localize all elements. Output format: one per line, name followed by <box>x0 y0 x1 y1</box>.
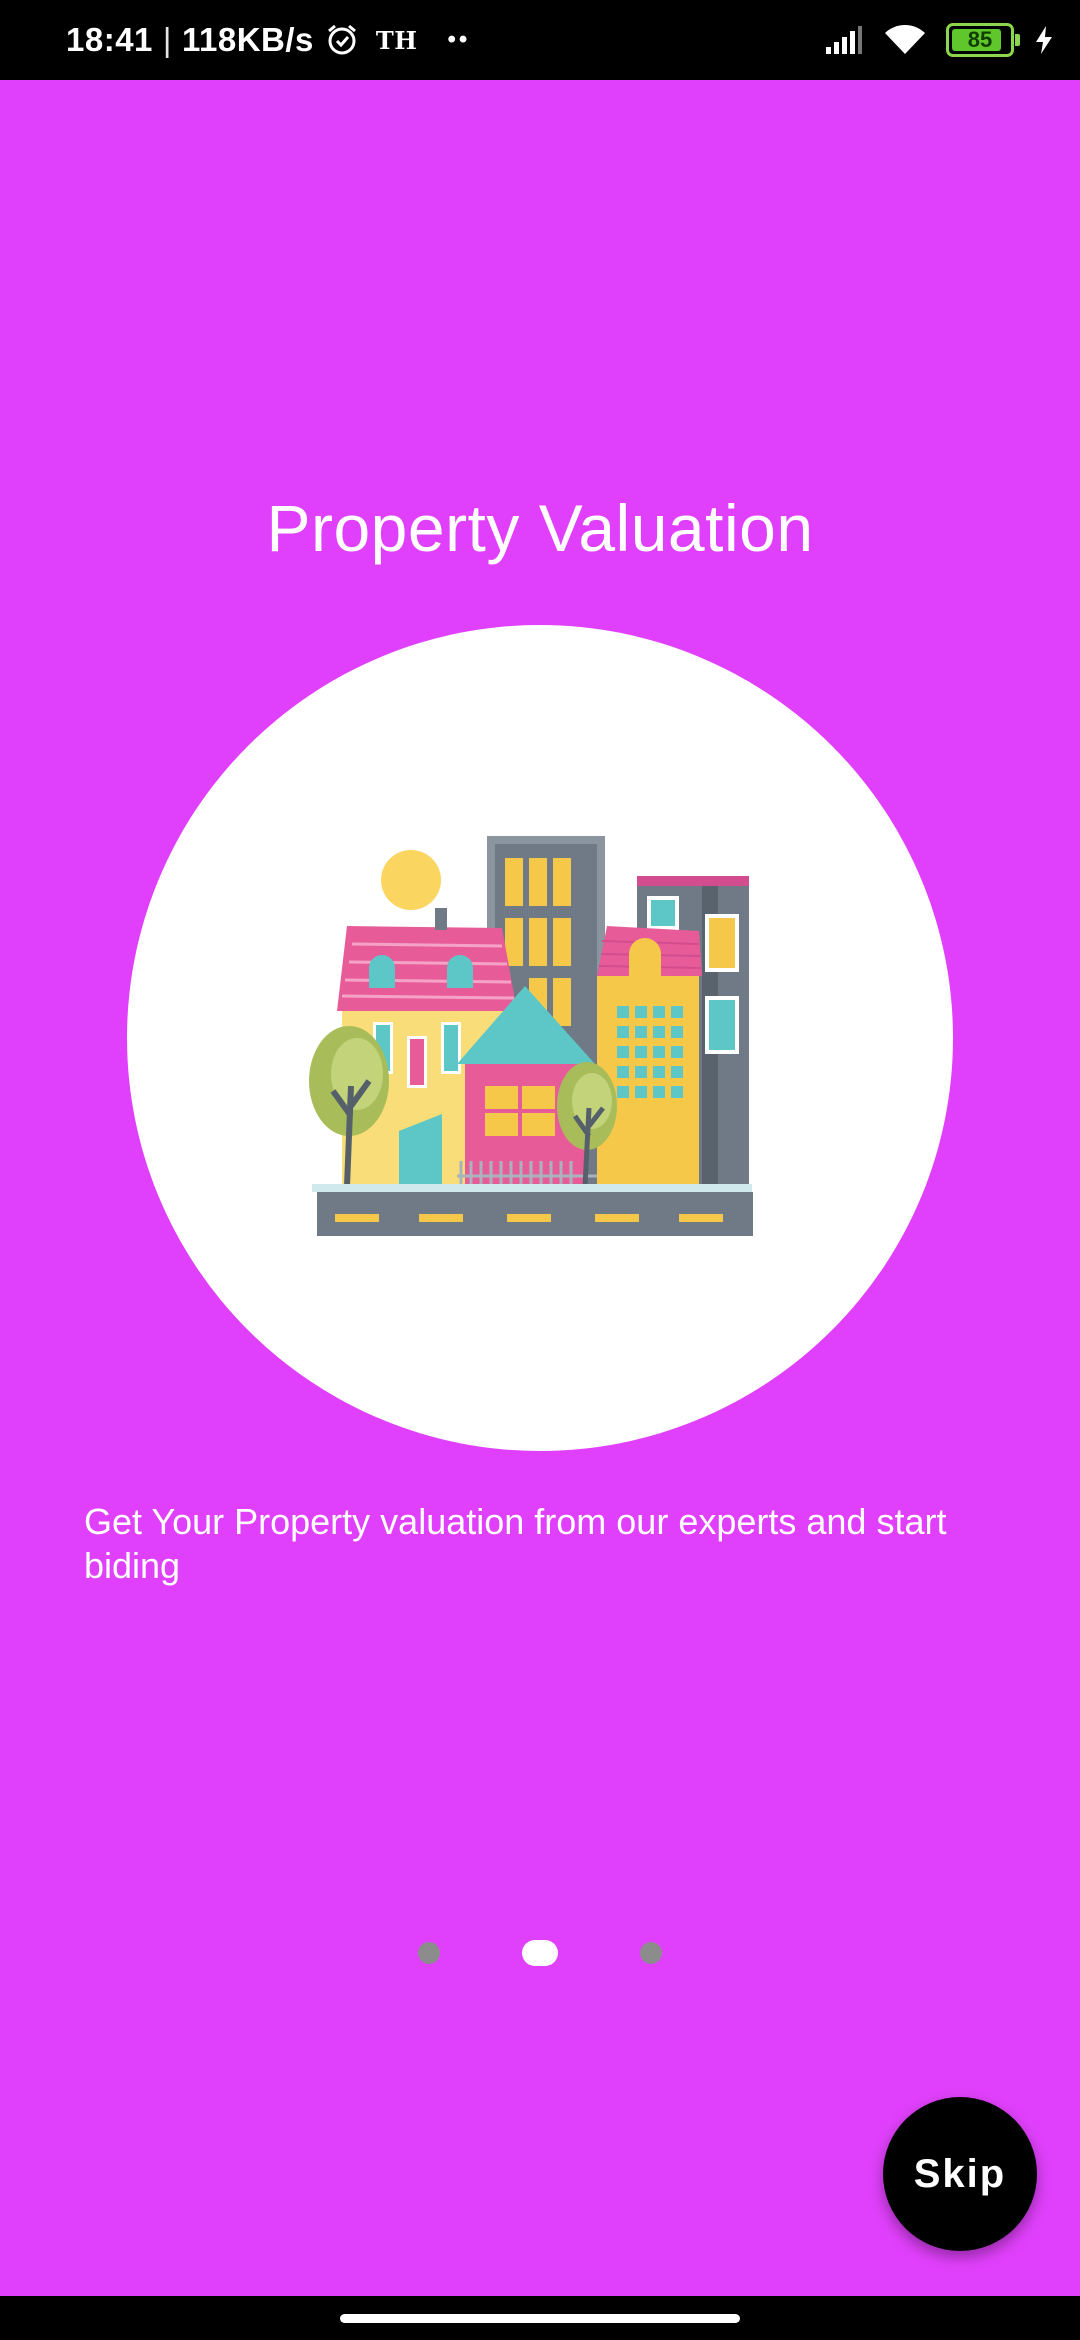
page-dot-3[interactable] <box>640 1942 662 1964</box>
status-right: 85 <box>824 0 1054 80</box>
notification-dots: •• <box>447 26 471 53</box>
onboarding-description: Get Your Property valuation from our exp… <box>84 1501 947 1586</box>
signal-icon <box>826 26 862 54</box>
carrier-badge: TH <box>375 25 418 55</box>
battery-icon: 85 <box>946 23 1020 57</box>
wifi-icon <box>885 25 925 54</box>
skip-button[interactable]: Skip <box>883 2097 1037 2251</box>
network-speed: 118KB/s <box>181 21 314 58</box>
alarm-icon <box>327 24 356 55</box>
onboarding-screen[interactable]: Property Valuation Get Your Property val… <box>0 80 1080 2296</box>
home-indicator[interactable] <box>340 2314 740 2323</box>
city-buildings-illustration <box>309 836 753 1236</box>
page-title: Property Valuation <box>266 491 814 565</box>
page-indicator <box>0 1930 1080 1970</box>
battery-level: 85 <box>967 27 993 52</box>
status-bar: 18:41 | 118KB/s TH •• 85 <box>0 0 1080 80</box>
status-left: 18:41 | 118KB/s TH •• <box>66 0 470 80</box>
page-dot-2-active[interactable] <box>522 1940 558 1966</box>
status-time: 18:41 <box>66 21 153 58</box>
status-separator: | <box>162 21 172 58</box>
charging-icon <box>1036 26 1052 54</box>
page-dot-1[interactable] <box>418 1942 440 1964</box>
navigation-bar <box>0 2296 1080 2340</box>
